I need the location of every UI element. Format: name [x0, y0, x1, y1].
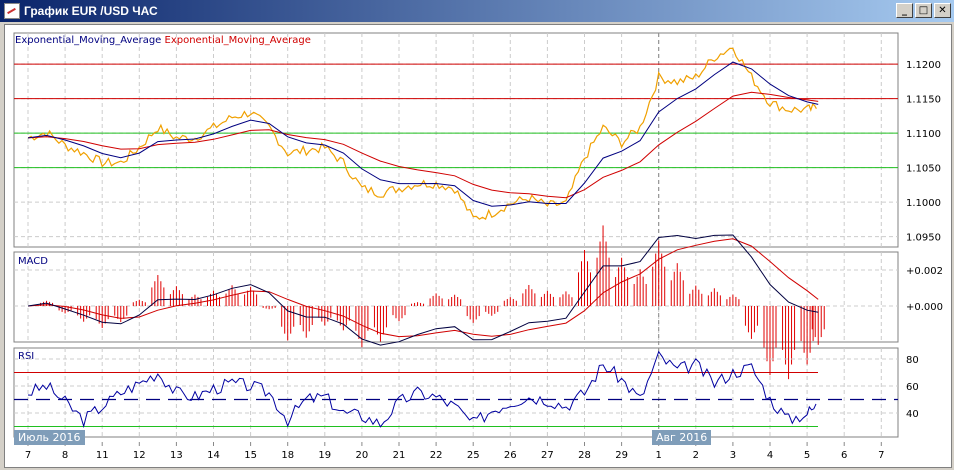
x-label-22: 22 [430, 450, 443, 461]
macd-panel [13, 251, 899, 343]
x-label-3: 3 [730, 450, 736, 461]
macd-axis-label: +0.000 [906, 302, 943, 313]
rsi-axis-label: 80 [906, 355, 919, 366]
month-label-august: Авг 2016 [652, 430, 712, 445]
x-label-7: 7 [25, 450, 31, 461]
month-label-july: Июль 2016 [14, 430, 85, 445]
x-label-28: 28 [578, 450, 591, 461]
rsi-axis-label: 60 [906, 382, 919, 393]
x-label-7: 7 [878, 450, 884, 461]
macd-axis-label: +0.002 [906, 266, 943, 277]
indicator-legend: Exponential_Moving_Average Exponential_M… [15, 35, 311, 46]
x-label-25: 25 [467, 450, 480, 461]
price-axis-label: 1.1000 [906, 198, 941, 209]
rsi-axis-label: 40 [906, 409, 919, 420]
legend-ema-fast: Exponential_Moving_Average [15, 35, 162, 46]
chart-svg[interactable]: 7 8 11 12 13 14 15 18 19 20 21 22 25 26 27 28 29 1 2 3 4 5 6 71… [0, 0, 954, 470]
x-label-12: 12 [133, 450, 146, 461]
x-label-26: 26 [504, 450, 517, 461]
x-label-20: 20 [356, 450, 369, 461]
x-label-13: 13 [170, 450, 183, 461]
x-label-8: 8 [62, 450, 68, 461]
macd-title: MACD [18, 256, 48, 267]
rsi-title: RSI [18, 351, 34, 362]
price-axis-label: 1.1050 [906, 164, 941, 175]
x-label-29: 29 [615, 450, 628, 461]
price-axis-label: 1.1200 [906, 60, 941, 71]
price-axis-label: 1.1100 [906, 129, 941, 140]
x-label-14: 14 [207, 450, 220, 461]
price-axis-label: 1.0950 [906, 233, 941, 244]
x-label-1: 1 [656, 450, 662, 461]
price-axis-label: 1.1150 [906, 95, 941, 106]
x-label-11: 11 [96, 450, 109, 461]
rsi-panel [13, 347, 899, 438]
x-label-5: 5 [804, 450, 810, 461]
legend-ema-slow: Exponential_Moving_Average [164, 35, 311, 46]
x-label-18: 18 [281, 450, 294, 461]
x-label-2: 2 [693, 450, 699, 461]
x-label-21: 21 [393, 450, 406, 461]
x-label-15: 15 [244, 450, 257, 461]
x-label-27: 27 [541, 450, 554, 461]
x-label-19: 19 [318, 450, 331, 461]
x-label-6: 6 [841, 450, 847, 461]
x-label-4: 4 [767, 450, 773, 461]
